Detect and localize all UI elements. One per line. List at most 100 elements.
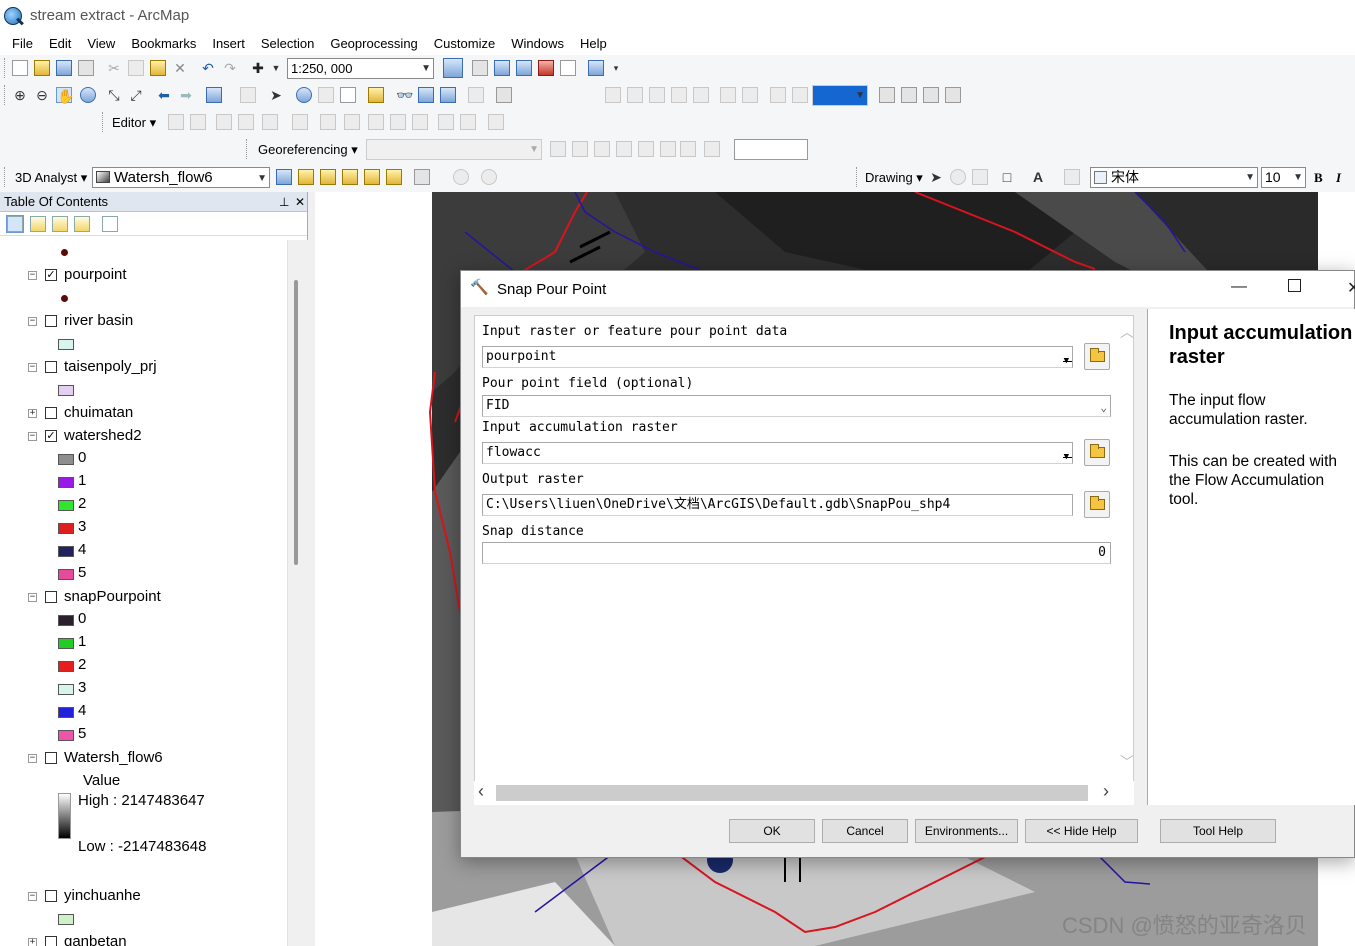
layer-visibility-checkbox[interactable] [45,752,57,764]
layer-row-watershed2[interactable]: − ✓ watershed2 [0,425,280,448]
search-window-icon[interactable] [516,60,532,76]
find-binoculars-icon[interactable]: 👓 [396,87,413,103]
arctoolbox-icon[interactable] [538,60,554,76]
scroll-right-icon[interactable]: › [1103,781,1109,802]
font-size-select[interactable]: 10 ▼ [1261,167,1306,188]
snap-distance-input[interactable]: 0 [482,542,1111,564]
select-features-icon[interactable] [206,87,222,103]
layer-row-river-basin[interactable]: − river basin [0,310,280,333]
table-of-contents-icon[interactable] [472,60,488,76]
layer-name[interactable]: taisenpoly_prj [64,358,157,375]
output-raster-input[interactable]: C:\Users\liuen\OneDrive\文档\ArcGIS\Defaul… [482,494,1073,516]
collapse-icon[interactable]: − [28,593,37,602]
toolbar-grip[interactable] [856,167,859,187]
scroll-down-icon[interactable]: ﹀ [1120,752,1133,772]
menu-bookmarks[interactable]: Bookmarks [123,36,204,51]
close-icon[interactable]: ✕ [295,192,305,212]
toolbar-grip[interactable] [4,85,7,105]
toolbar-overflow-icon[interactable]: ▾ [608,60,624,76]
layer-name[interactable]: watershed2 [64,427,142,444]
collapse-icon[interactable]: − [28,432,37,441]
browse-output-button[interactable] [1084,491,1110,518]
create-viewer-window-icon[interactable] [496,87,512,103]
select-elements-arrow-icon[interactable]: ➤ [268,87,284,103]
class-color-swatch[interactable] [58,684,74,695]
clear-selection-icon[interactable] [240,87,256,103]
layer-visibility-checkbox[interactable] [45,361,57,373]
class-color-swatch[interactable] [58,638,74,649]
ok-button[interactable]: OK [729,819,815,843]
layer-row-watersh-flow6[interactable]: − Watersh_flow6 [0,747,280,770]
copy-icon[interactable] [128,60,144,76]
analyst-layer-select[interactable]: Watersh_flow6 ▼ [92,167,270,188]
layer-name[interactable]: chuimatan [64,404,133,421]
browse-pour-point-button[interactable] [1084,343,1110,370]
full-extent-globe-icon[interactable] [80,87,96,103]
toc-scrollbar-thumb[interactable] [294,280,298,565]
form-horizontal-scrollbar[interactable]: ‹ › [474,781,1134,805]
tool-help-button[interactable]: Tool Help [1160,819,1276,843]
form-vertical-scrollbar[interactable]: ︿ ﹀ [1120,316,1133,796]
layer-visibility-checkbox[interactable] [45,890,57,902]
maximize-icon[interactable] [1288,279,1301,292]
interpolate-point-icon[interactable] [342,169,358,185]
pin-icon[interactable]: ⊥ [279,192,289,212]
profile-graph-icon[interactable] [414,169,430,185]
menu-windows[interactable]: Windows [503,36,572,51]
class-color-swatch[interactable] [58,707,74,718]
collapse-icon[interactable]: − [28,363,37,372]
menu-help[interactable]: Help [572,36,615,51]
editor-menu[interactable]: Editor ▾ [112,115,156,131]
collapse-icon[interactable]: − [28,892,37,901]
font-name-select[interactable]: 宋体 ▼ [1090,167,1258,188]
layer-visibility-checkbox[interactable] [45,407,57,419]
layer-name[interactable]: qanbetan [64,933,127,946]
measure-icon[interactable] [368,87,384,103]
select-elements-icon[interactable]: ➤ [928,169,944,185]
collapse-icon[interactable]: − [28,754,37,763]
cut-icon[interactable]: ✂ [106,60,122,76]
menu-insert[interactable]: Insert [204,36,253,51]
italic-button[interactable]: I [1336,170,1341,186]
print-icon[interactable] [78,60,94,76]
fixed-zoom-in-icon[interactable]: ⤡ [106,87,122,103]
class-color-swatch[interactable] [58,730,74,741]
zoom-out-icon[interactable]: ⊖ [34,87,50,103]
menu-selection[interactable]: Selection [253,36,322,51]
layer-row-chuimatan[interactable]: + chuimatan [0,402,280,425]
find-route-icon[interactable] [418,87,434,103]
class-color-swatch[interactable] [58,454,74,465]
layer-visibility-checkbox[interactable] [45,591,57,603]
modelbuilder-icon[interactable] [588,60,604,76]
layer-visibility-checkbox[interactable] [45,315,57,327]
options-icon[interactable] [102,216,118,232]
list-by-visibility-icon[interactable] [52,216,68,232]
expand-icon[interactable]: + [28,409,37,418]
layer-row-qanbetan[interactable]: + qanbetan [0,931,280,946]
hyperlink-icon[interactable] [318,87,334,103]
drawing-menu[interactable]: Drawing ▾ [865,170,923,186]
collapse-icon[interactable]: − [28,317,37,326]
open-folder-icon[interactable] [34,60,50,76]
3d-analyst-menu[interactable]: 3D Analyst ▾ [15,170,87,186]
menu-customize[interactable]: Customize [426,36,503,51]
layer-row-snappourpoint[interactable]: − snapPourpoint [0,586,280,609]
catalog-window-icon[interactable] [494,60,510,76]
redo-icon[interactable]: ↷ [222,60,238,76]
toc-scrollbar[interactable] [287,240,308,946]
scroll-left-icon[interactable]: ‹ [478,781,484,802]
add-data-dropdown-icon[interactable]: ▼ [268,60,284,76]
zoom-in-icon[interactable]: ⊕ [12,87,28,103]
toolbar-grip[interactable] [4,167,7,187]
go-to-xy-icon[interactable] [440,87,456,103]
class-color-swatch[interactable] [58,569,74,580]
list-by-selection-icon[interactable] [74,216,90,232]
interpolate-polygon-icon[interactable] [386,169,402,185]
arcscene-icon[interactable] [453,169,469,185]
list-by-source-icon[interactable] [30,216,46,232]
add-data-icon[interactable]: ✚ [250,60,266,76]
collapse-icon[interactable]: − [28,271,37,280]
save-icon[interactable] [56,60,72,76]
line-of-sight-icon[interactable] [320,169,336,185]
close-icon[interactable]: ✕ [1347,278,1355,298]
